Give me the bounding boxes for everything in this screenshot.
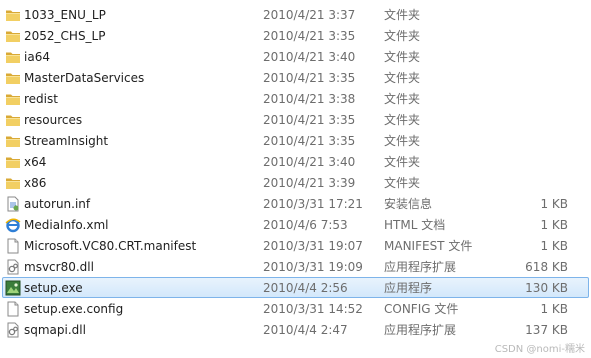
file-date-modified: 2010/4/21 3:39: [263, 176, 356, 190]
file-name: x64: [24, 155, 47, 169]
file-type: 文件夹: [384, 176, 421, 190]
file-type: 文件夹: [384, 155, 421, 169]
file-name: sqmapi.dll: [24, 323, 86, 337]
file-row[interactable]: 2052_CHS_LP 2010/4/21 3:35 文件夹: [2, 25, 589, 46]
file-date-modified: 2010/4/21 3:40: [263, 50, 356, 64]
folder-icon: [5, 28, 21, 44]
file-name: StreamInsight: [24, 134, 109, 148]
setup-info-file-icon: [5, 196, 21, 212]
blank-file-icon: [5, 238, 21, 254]
file-type: 安装信息: [384, 197, 433, 211]
file-date-modified: 2010/4/21 3:35: [263, 71, 356, 85]
file-date-modified: 2010/3/31 19:09: [263, 260, 363, 274]
file-type: HTML 文档: [384, 218, 446, 232]
file-row[interactable]: msvcr80.dll 2010/3/31 19:09 应用程序扩展 618 KB: [2, 256, 589, 277]
file-name: autorun.inf: [24, 197, 91, 211]
file-size: 137 KB: [525, 323, 568, 337]
folder-icon: [5, 133, 21, 149]
dll-file-icon: [5, 322, 21, 338]
file-row[interactable]: 1033_ENU_LP 2010/4/21 3:37 文件夹: [2, 4, 589, 25]
file-size: 1 KB: [540, 197, 568, 211]
file-name: redist: [24, 92, 58, 106]
watermark: CSDN @nomi-糯米: [494, 344, 585, 355]
ie-document-icon: [5, 217, 21, 233]
folder-icon: [5, 7, 21, 23]
setup-exe-icon: [5, 280, 21, 296]
file-row[interactable]: MasterDataServices 2010/4/21 3:35 文件夹: [2, 67, 589, 88]
folder-icon: [5, 91, 21, 107]
folder-icon: [5, 70, 21, 86]
dll-file-icon: [5, 259, 21, 275]
folder-icon: [5, 112, 21, 128]
file-date-modified: 2010/4/21 3:35: [263, 29, 356, 43]
file-name: ia64: [24, 50, 50, 64]
file-date-modified: 2010/4/21 3:40: [263, 155, 356, 169]
file-type: 应用程序: [384, 281, 433, 295]
file-name: resources: [24, 113, 83, 127]
file-date-modified: 2010/3/31 17:21: [263, 197, 363, 211]
file-name: msvcr80.dll: [24, 260, 94, 274]
file-type: 文件夹: [384, 113, 421, 127]
file-name: MasterDataServices: [24, 71, 145, 85]
file-type: 文件夹: [384, 92, 421, 106]
file-date-modified: 2010/4/4 2:56: [263, 281, 348, 295]
file-size: 1 KB: [540, 218, 568, 232]
file-date-modified: 2010/4/4 2:47: [263, 323, 348, 337]
file-date-modified: 2010/4/21 3:35: [263, 113, 356, 127]
file-type: 文件夹: [384, 50, 421, 64]
file-type: 应用程序扩展: [384, 323, 457, 337]
file-row[interactable]: x64 2010/4/21 3:40 文件夹: [2, 151, 589, 172]
file-size: 618 KB: [525, 260, 568, 274]
blank-file-icon: [5, 301, 21, 317]
file-type: CONFIG 文件: [384, 302, 459, 316]
file-name: 2052_CHS_LP: [24, 29, 106, 43]
file-row[interactable]: Microsoft.VC80.CRT.manifest 2010/3/31 19:…: [2, 235, 589, 256]
file-name: x86: [24, 176, 47, 190]
file-list: 1033_ENU_LP 2010/4/21 3:37 文件夹 2052_CHS_LP 2…: [0, 4, 591, 340]
file-row[interactable]: ia64 2010/4/21 3:40 文件夹: [2, 46, 589, 67]
file-type: MANIFEST 文件: [384, 239, 473, 253]
file-size: 130 KB: [525, 281, 568, 295]
file-row[interactable]: x86 2010/4/21 3:39 文件夹: [2, 172, 589, 193]
file-date-modified: 2010/3/31 14:52: [263, 302, 363, 316]
folder-icon: [5, 49, 21, 65]
folder-icon: [5, 154, 21, 170]
file-row[interactable]: redist 2010/4/21 3:38 文件夹: [2, 88, 589, 109]
file-date-modified: 2010/4/21 3:38: [263, 92, 356, 106]
file-name: 1033_ENU_LP: [24, 8, 106, 22]
file-name: Microsoft.VC80.CRT.manifest: [24, 239, 197, 253]
file-date-modified: 2010/4/21 3:35: [263, 134, 356, 148]
file-date-modified: 2010/3/31 19:07: [263, 239, 363, 253]
file-row[interactable]: StreamInsight 2010/4/21 3:35 文件夹: [2, 130, 589, 151]
folder-icon: [5, 175, 21, 191]
file-type: 文件夹: [384, 8, 421, 22]
file-size: 1 KB: [540, 239, 568, 253]
file-type: 文件夹: [384, 134, 421, 148]
file-name: setup.exe.config: [24, 302, 124, 316]
file-date-modified: 2010/4/6 7:53: [263, 218, 348, 232]
file-row[interactable]: setup.exe 2010/4/4 2:56 应用程序 130 KB: [2, 277, 589, 298]
file-row[interactable]: setup.exe.config 2010/3/31 14:52 CONFIG 文件…: [2, 298, 589, 319]
file-type: 应用程序扩展: [384, 260, 457, 274]
file-date-modified: 2010/4/21 3:37: [263, 8, 356, 22]
file-size: 1 KB: [540, 302, 568, 316]
file-row[interactable]: autorun.inf 2010/3/31 17:21 安装信息 1 KB: [2, 193, 589, 214]
file-type: 文件夹: [384, 71, 421, 85]
file-row[interactable]: sqmapi.dll 2010/4/4 2:47 应用程序扩展 137 KB: [2, 319, 589, 340]
file-row[interactable]: resources 2010/4/21 3:35 文件夹: [2, 109, 589, 130]
file-type: 文件夹: [384, 29, 421, 43]
file-name: setup.exe: [24, 281, 83, 295]
file-row[interactable]: MediaInfo.xml 2010/4/6 7:53 HTML 文档 1 KB: [2, 214, 589, 235]
file-name: MediaInfo.xml: [24, 218, 109, 232]
